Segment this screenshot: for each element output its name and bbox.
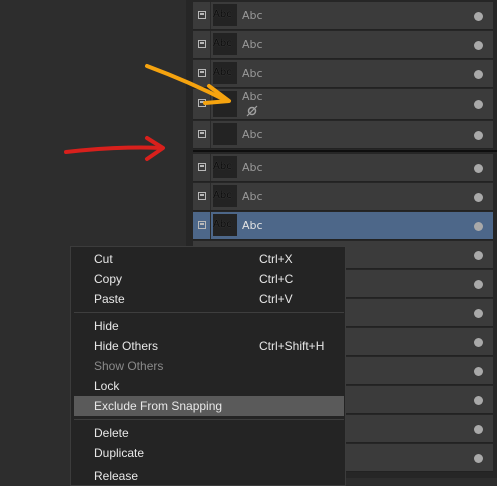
orange-arrow-icon — [145, 64, 231, 105]
red-arrow-icon — [64, 136, 165, 161]
annotation-overlay — [64, 64, 231, 161]
